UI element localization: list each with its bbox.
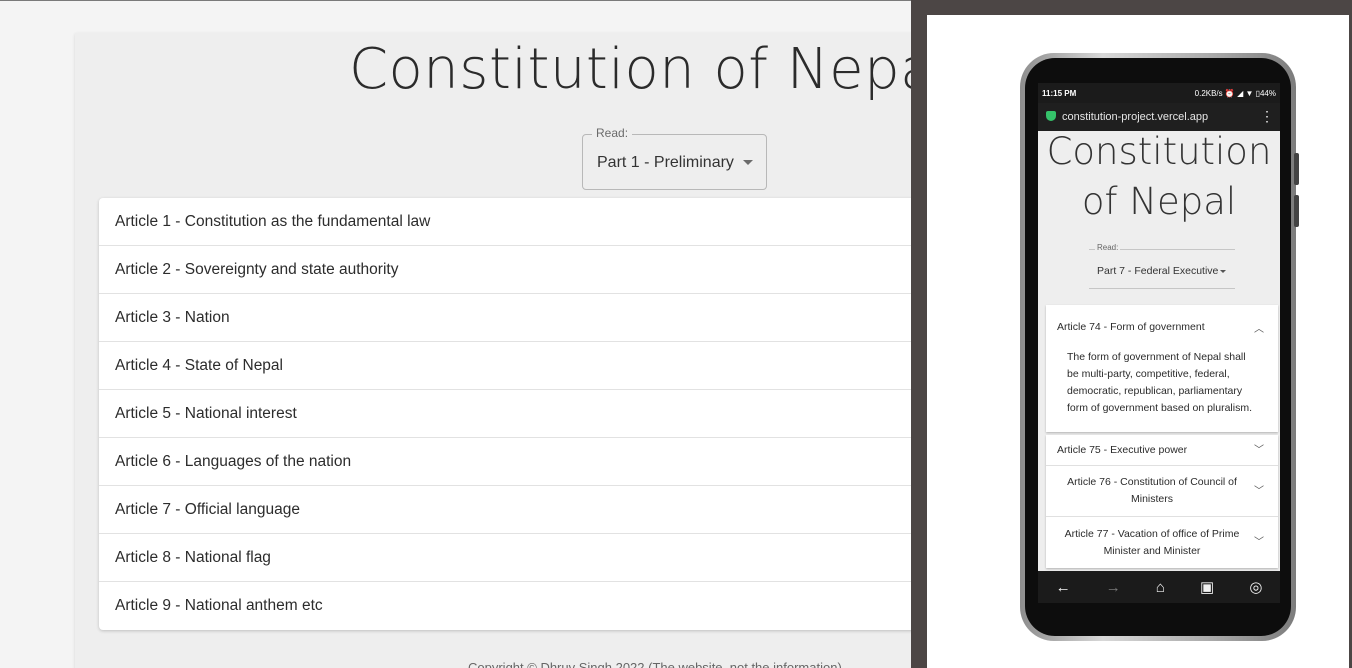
article-row[interactable]: Article 9 - National anthem etc xyxy=(99,582,935,630)
forward-arrow-icon[interactable]: → xyxy=(1106,579,1121,596)
article-row[interactable]: Article 4 - State of Nepal xyxy=(99,342,935,390)
accordion-row[interactable]: Article 75 - Executive power ﹀ xyxy=(1046,435,1278,466)
caret-down-icon xyxy=(743,160,753,165)
phone-screen: 11:15 PM 0.2KB/s ⏰ ◢ ▼ ▯44% constitution… xyxy=(1038,83,1280,571)
part-select-label: Read: xyxy=(592,126,633,140)
article-list: Article 1 - Constitution as the fundamen… xyxy=(99,198,935,630)
mobile-preview-panel: 11:15 PM 0.2KB/s ⏰ ◢ ▼ ▯44% constitution… xyxy=(911,0,1352,668)
article-row[interactable]: Article 3 - Nation xyxy=(99,294,935,342)
home-icon[interactable]: ⌂ xyxy=(1156,579,1165,596)
status-indicators: 0.2KB/s ⏰ ◢ ▼ ▯44% xyxy=(1194,89,1276,98)
phone-side-button xyxy=(1294,153,1299,185)
desktop-page: Constitution of Nepal Read: Part 1 - Pre… xyxy=(75,33,935,668)
accordion-row[interactable]: Article 77 - Vacation of office of Prime… xyxy=(1046,517,1278,568)
menu-kebab-icon[interactable]: ⋮ xyxy=(1260,108,1274,125)
tabs-icon[interactable]: ▣ xyxy=(1200,578,1214,596)
part-select[interactable]: Read: Part 1 - Preliminary xyxy=(582,126,767,190)
mobile-part-select-label: Read: xyxy=(1095,243,1121,252)
article-row[interactable]: Article 8 - National flag xyxy=(99,534,935,582)
expand-more-icon[interactable]: ﹀ xyxy=(1254,442,1264,459)
footer-copyright: Copyright © Dhruv Singh 2022 (The websit… xyxy=(468,660,842,668)
expand-more-icon[interactable]: ﹀ xyxy=(1254,483,1264,500)
accordion-title: Article 77 - Vacation of office of Prime… xyxy=(1064,527,1240,557)
status-bar: 11:15 PM 0.2KB/s ⏰ ◢ ▼ ▯44% xyxy=(1038,83,1280,103)
part-select-value: Part 1 - Preliminary xyxy=(597,154,734,171)
page-title: Constitution of Nepal xyxy=(348,37,935,102)
caret-down-icon xyxy=(1220,270,1226,273)
accordion-body: The form of government of Nepal shall be… xyxy=(1067,351,1253,414)
article-row[interactable]: Article 6 - Languages of the nation xyxy=(99,438,935,486)
phone-frame: 11:15 PM 0.2KB/s ⏰ ◢ ▼ ▯44% constitution… xyxy=(1020,53,1299,641)
accordion-title: Article 75 - Executive power xyxy=(1057,443,1188,456)
article-row[interactable]: Article 1 - Constitution as the fundamen… xyxy=(99,198,935,246)
mobile-preview-card: 11:15 PM 0.2KB/s ⏰ ◢ ▼ ▯44% constitution… xyxy=(927,15,1349,668)
url-text[interactable]: constitution-project.vercel.app xyxy=(1062,111,1208,123)
article-row[interactable]: Article 7 - Official language xyxy=(99,486,935,534)
phone-side-button xyxy=(1294,195,1299,227)
browser-nav-bar: ← → ⌂ ▣ ◎ xyxy=(1038,571,1280,603)
mobile-part-select-value: Part 7 - Federal Executive xyxy=(1097,265,1219,277)
article-row[interactable]: Article 5 - National interest xyxy=(99,390,935,438)
account-icon[interactable]: ◎ xyxy=(1249,578,1262,596)
article-row[interactable]: Article 2 - Sovereignty and state author… xyxy=(99,246,935,294)
accordion-title: Article 76 - Constitution of Council of … xyxy=(1067,476,1237,505)
collapsed-article-list: Article 75 - Executive power ﹀ Article 7… xyxy=(1046,435,1278,568)
mobile-part-select[interactable]: Read: Part 7 - Federal Executive xyxy=(1089,243,1235,289)
accordion-title: Article 74 - Form of government xyxy=(1057,321,1205,333)
mobile-page-title: Constitution of Nepal xyxy=(1046,130,1272,223)
back-arrow-icon[interactable]: ← xyxy=(1056,579,1071,596)
accordion-row[interactable]: Article 76 - Constitution of Council of … xyxy=(1046,466,1278,517)
secure-shield-icon xyxy=(1046,111,1056,121)
expanded-article-panel: Article 74 - Form of government ︿ The fo… xyxy=(1046,305,1278,432)
accordion-header[interactable]: Article 74 - Form of government ︿ xyxy=(1046,305,1278,349)
expand-more-icon[interactable]: ﹀ xyxy=(1254,534,1264,551)
status-time: 11:15 PM xyxy=(1042,89,1077,98)
expand-less-icon[interactable]: ︿ xyxy=(1254,320,1264,335)
